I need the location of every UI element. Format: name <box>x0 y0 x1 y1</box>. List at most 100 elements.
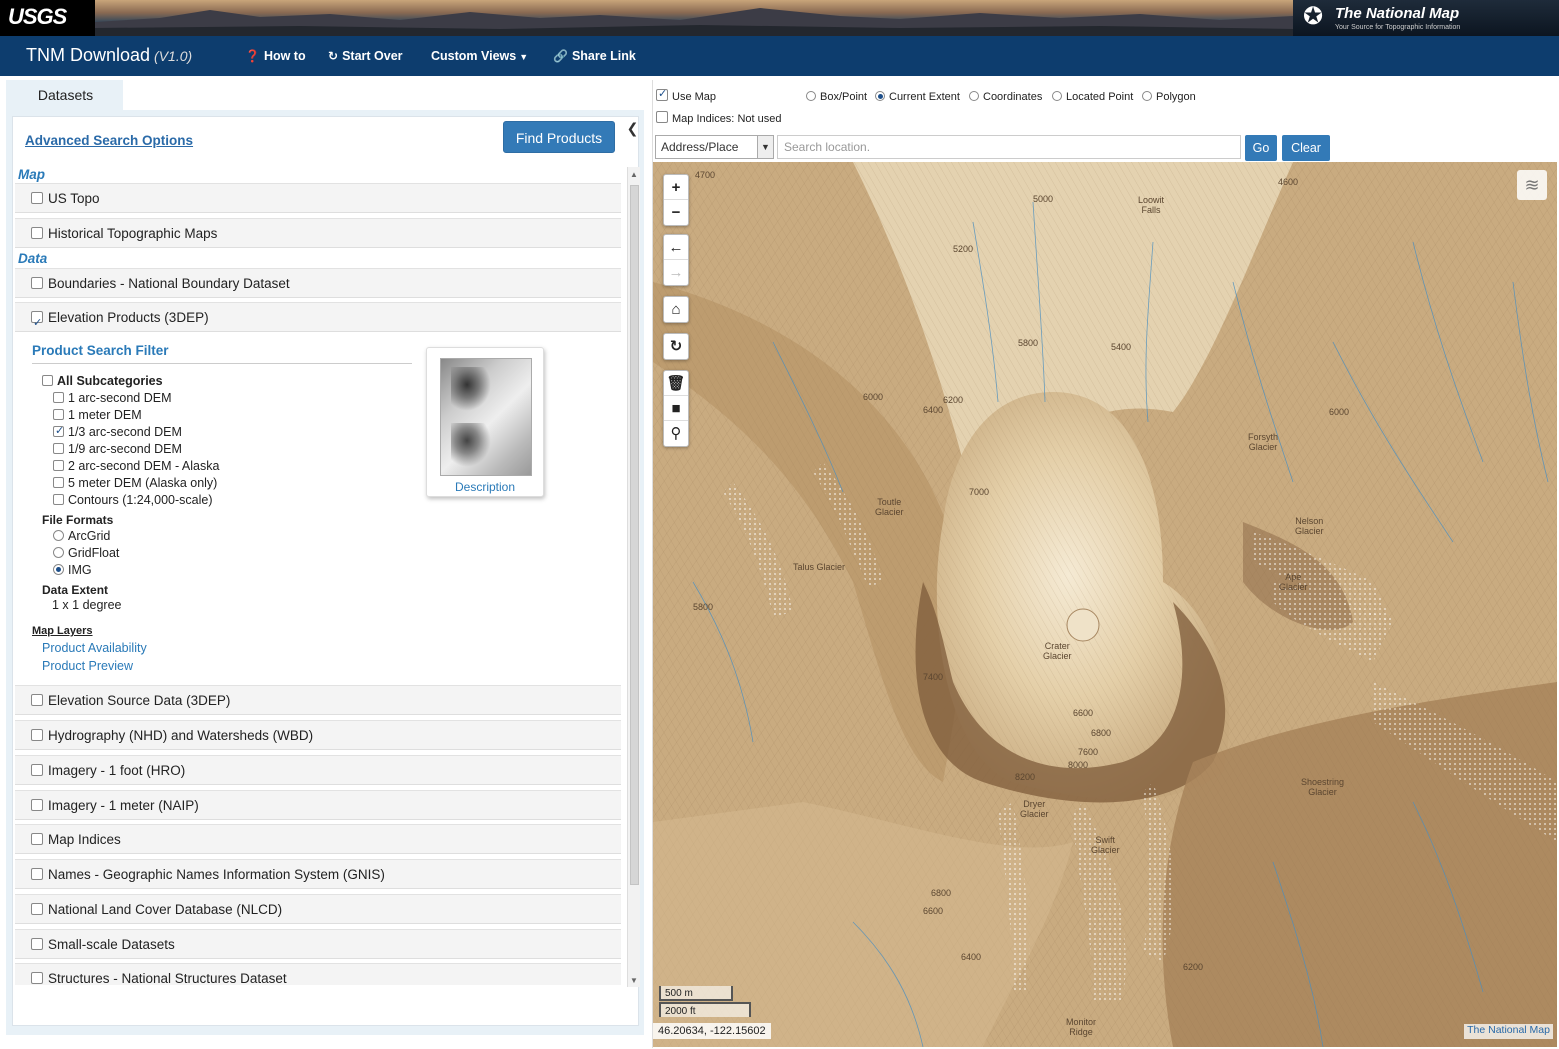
clear-button[interactable]: Clear <box>1282 135 1330 161</box>
radio[interactable] <box>1142 91 1152 101</box>
use-map-option[interactable]: Use Map <box>656 86 716 105</box>
checkbox[interactable] <box>53 494 64 505</box>
app-title[interactable]: TNM Download (V1.0) <box>26 45 192 66</box>
map-indices-option[interactable]: Map Indices: Not used <box>656 111 781 127</box>
tab-datasets[interactable]: Datasets <box>8 80 123 110</box>
subcategory-1-9-arc-second-dem[interactable]: 1/9 arc-second DEM <box>53 441 182 458</box>
checkbox[interactable] <box>31 903 43 915</box>
product-availability-link[interactable]: Product Availability <box>42 641 147 655</box>
checkbox[interactable] <box>31 192 43 204</box>
checkbox[interactable] <box>656 111 668 123</box>
radio[interactable] <box>969 91 979 101</box>
dataset-structures[interactable]: Structures - National Structures Dataset <box>15 963 621 985</box>
contour-label: 6000 <box>863 392 884 402</box>
usgs-logo[interactable]: USGS <box>0 0 95 36</box>
radio[interactable] <box>53 547 64 558</box>
dataset-historical-topo[interactable]: Historical Topographic Maps <box>15 218 621 248</box>
collapse-panel-icon[interactable]: ❮ <box>625 119 640 137</box>
square-icon[interactable]: ■ <box>664 396 688 421</box>
radio-selected[interactable] <box>875 91 885 101</box>
dataset-names-gnis[interactable]: Names - Geographic Names Information Sys… <box>15 859 621 889</box>
chevron-down-icon[interactable]: ▼ <box>757 136 773 158</box>
checkbox[interactable] <box>31 694 43 706</box>
dataset-hydrography[interactable]: Hydrography (NHD) and Watersheds (WBD) <box>15 720 621 750</box>
advanced-search-link[interactable]: Advanced Search Options <box>25 133 193 148</box>
subcategory-2-arc-second-dem-alaska[interactable]: 2 arc-second DEM - Alaska <box>53 458 219 475</box>
dataset-map-indices[interactable]: Map Indices <box>15 824 621 854</box>
checkbox[interactable] <box>31 227 43 239</box>
nav-share-link[interactable]: 🔗 Share Link <box>553 49 636 63</box>
find-products-button[interactable]: Find Products <box>503 121 615 153</box>
location-search-input[interactable]: Search location. <box>777 135 1241 159</box>
checkbox[interactable] <box>31 868 43 880</box>
checkbox-checked[interactable] <box>656 86 668 102</box>
radio[interactable] <box>53 530 64 541</box>
checkbox[interactable] <box>31 799 43 811</box>
checkbox[interactable] <box>53 477 64 488</box>
layers-icon[interactable]: ≋ <box>1517 170 1547 200</box>
checkbox[interactable] <box>31 729 43 741</box>
trash-icon[interactable]: 🗑 <box>664 371 688 396</box>
dataset-nlcd[interactable]: National Land Cover Database (NLCD) <box>15 894 621 924</box>
home-icon[interactable]: ⌂ <box>664 297 688 322</box>
checkbox-checked[interactable] <box>53 423 64 440</box>
format-gridfloat[interactable]: GridFloat <box>53 545 119 562</box>
subcategory-5-meter-dem-alaska[interactable]: 5 meter DEM (Alaska only) <box>53 475 217 492</box>
checkbox[interactable] <box>53 443 64 454</box>
checkbox[interactable] <box>31 972 43 984</box>
checkbox[interactable] <box>53 460 64 471</box>
radio-selected[interactable] <box>53 564 64 575</box>
map-attribution[interactable]: The National Map <box>1464 1024 1553 1039</box>
subcategory-1-meter-dem[interactable]: 1 meter DEM <box>53 407 142 424</box>
search-type-select[interactable]: Address/Place ▼ <box>655 135 774 159</box>
extent-current-extent[interactable]: Current Extent <box>875 89 960 105</box>
scrollbar-thumb[interactable] <box>630 185 639 885</box>
go-button[interactable]: Go <box>1245 135 1277 161</box>
checkbox[interactable] <box>42 375 53 386</box>
checkbox[interactable] <box>53 409 64 420</box>
dataset-small-scale[interactable]: Small-scale Datasets <box>15 929 621 959</box>
back-arrow-icon[interactable]: ← <box>664 235 688 260</box>
format-arcgrid[interactable]: ArcGrid <box>53 528 110 545</box>
dataset-us-topo[interactable]: US Topo <box>15 183 621 213</box>
dataset-elevation-products[interactable]: Elevation Products (3DEP) <box>15 302 621 338</box>
checkbox[interactable] <box>31 833 43 845</box>
nav-custom-views[interactable]: Custom Views ▼ <box>431 49 528 63</box>
scroll-down-icon[interactable]: ▼ <box>630 976 638 985</box>
zoom-out-icon[interactable]: − <box>664 200 688 225</box>
nav-start-over[interactable]: ↻ Start Over <box>328 49 403 63</box>
extent-box-point[interactable]: Box/Point <box>806 89 867 105</box>
radio[interactable] <box>806 91 816 101</box>
subcategory-1-3-arc-second-dem[interactable]: 1/3 arc-second DEM <box>53 423 182 441</box>
subcategory-1-arc-second-dem[interactable]: 1 arc-second DEM <box>53 390 172 407</box>
checkbox[interactable] <box>53 392 64 403</box>
dataset-boundaries[interactable]: Boundaries - National Boundary Dataset <box>15 268 621 298</box>
format-img[interactable]: IMG <box>53 562 92 579</box>
dataset-elevation-source[interactable]: Elevation Source Data (3DEP) <box>15 685 621 715</box>
checkbox-checked[interactable] <box>31 308 43 338</box>
product-thumbnail-card[interactable]: Description <box>426 347 544 497</box>
dataset-list-scrollbar[interactable]: ▲ ▼ <box>627 167 640 987</box>
topo-map[interactable]: Loowit Falls Toutle Glacier Talus Glacie… <box>653 162 1557 1047</box>
description-link[interactable]: Description <box>427 480 543 494</box>
forward-arrow-icon[interactable]: → <box>664 260 688 285</box>
extent-located-point[interactable]: Located Point <box>1052 89 1133 105</box>
scroll-up-icon[interactable]: ▲ <box>630 170 638 179</box>
checkbox[interactable] <box>31 764 43 776</box>
dataset-imagery-naip[interactable]: Imagery - 1 meter (NAIP) <box>15 790 621 820</box>
subcategory-contours[interactable]: Contours (1:24,000-scale) <box>53 492 213 509</box>
map-marker-icon[interactable]: ⚲ <box>664 421 688 446</box>
zoom-in-icon[interactable]: + <box>664 175 688 200</box>
checkbox[interactable] <box>31 277 43 289</box>
radio[interactable] <box>1052 91 1062 101</box>
all-subcategories[interactable]: All Subcategories <box>42 373 163 390</box>
national-map-logo[interactable]: ✪ The National Map Your Source for Topog… <box>1293 0 1559 36</box>
extent-polygon[interactable]: Polygon <box>1142 89 1196 105</box>
product-preview-link[interactable]: Product Preview <box>42 659 133 673</box>
dataset-imagery-hro[interactable]: Imagery - 1 foot (HRO) <box>15 755 621 785</box>
checkbox[interactable] <box>31 938 43 950</box>
refresh-icon[interactable]: ↻ <box>664 334 688 359</box>
nav-how-to[interactable]: ❓ How to <box>245 49 306 63</box>
topo-map-canvas[interactable] <box>653 162 1557 1047</box>
extent-coordinates[interactable]: Coordinates <box>969 89 1042 105</box>
